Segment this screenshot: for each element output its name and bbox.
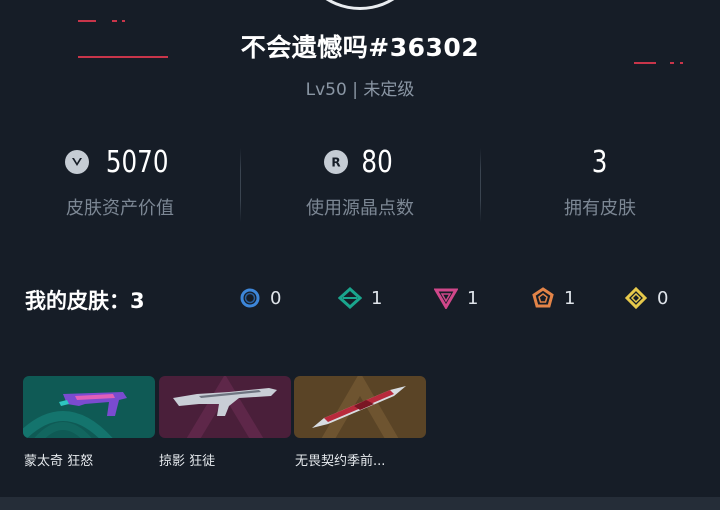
tier-count: 0 [657,287,669,309]
stat-value: 5070 [105,144,169,180]
tier-exclusive[interactable]: 1 [531,287,575,309]
divider [480,148,481,222]
tier-premium[interactable]: 1 [434,287,478,309]
skin-image [312,376,406,438]
stat-label: 拥有皮肤 [564,198,636,219]
skin-card-name: 无畏契约季前... [295,454,386,469]
tier-count: 1 [371,287,383,309]
valorant-points-icon [64,150,89,174]
stat-radianite: R 80 使用源晶点数 [240,140,480,230]
skin-card[interactable] [294,376,426,438]
stats-panel: 5070 皮肤资产价值 R 80 使用源晶点数 3 拥有皮肤 [0,140,720,230]
stat-value: 80 [361,144,393,180]
stat-owned-skins: 3 拥有皮肤 [480,140,720,230]
skin-card[interactable] [159,376,291,438]
divider [240,148,241,222]
skin-card[interactable] [23,376,155,438]
skins-summary: 我的皮肤：3 0 1 1 1 0 [0,283,720,317]
bottom-bar [0,497,720,510]
stat-label: 皮肤资产价值 [66,198,174,219]
tier-ultra[interactable]: 0 [624,287,668,309]
premium-tier-icon [434,288,458,309]
skin-image [173,376,277,438]
ultra-tier-icon [624,287,648,309]
deluxe-tier-icon [338,287,362,309]
tier-count: 1 [564,287,576,309]
username: 不会遗憾吗#36302 [240,33,480,62]
radianite-points-icon: R [323,150,348,174]
stat-skin-value: 5070 皮肤资产价值 [0,140,240,230]
select-tier-icon [240,288,260,308]
skin-card-name: 蒙太奇 狂怒 [24,454,94,469]
skin-card-name: 掠影 狂徒 [159,454,216,469]
player-level: Lv50 | 未定级 [305,80,415,100]
skins-title: 我的皮肤：3 [25,289,145,313]
skin-image [23,392,127,438]
tier-count: 1 [467,287,479,309]
exclusive-tier-icon [532,287,554,308]
tier-deluxe[interactable]: 1 [338,287,382,309]
avatar [296,0,424,10]
svg-text:R: R [331,156,340,170]
tier-select[interactable]: 0 [239,287,281,309]
stat-label: 使用源晶点数 [306,198,414,219]
tier-count: 0 [270,287,282,309]
stat-value: 3 [592,144,608,180]
